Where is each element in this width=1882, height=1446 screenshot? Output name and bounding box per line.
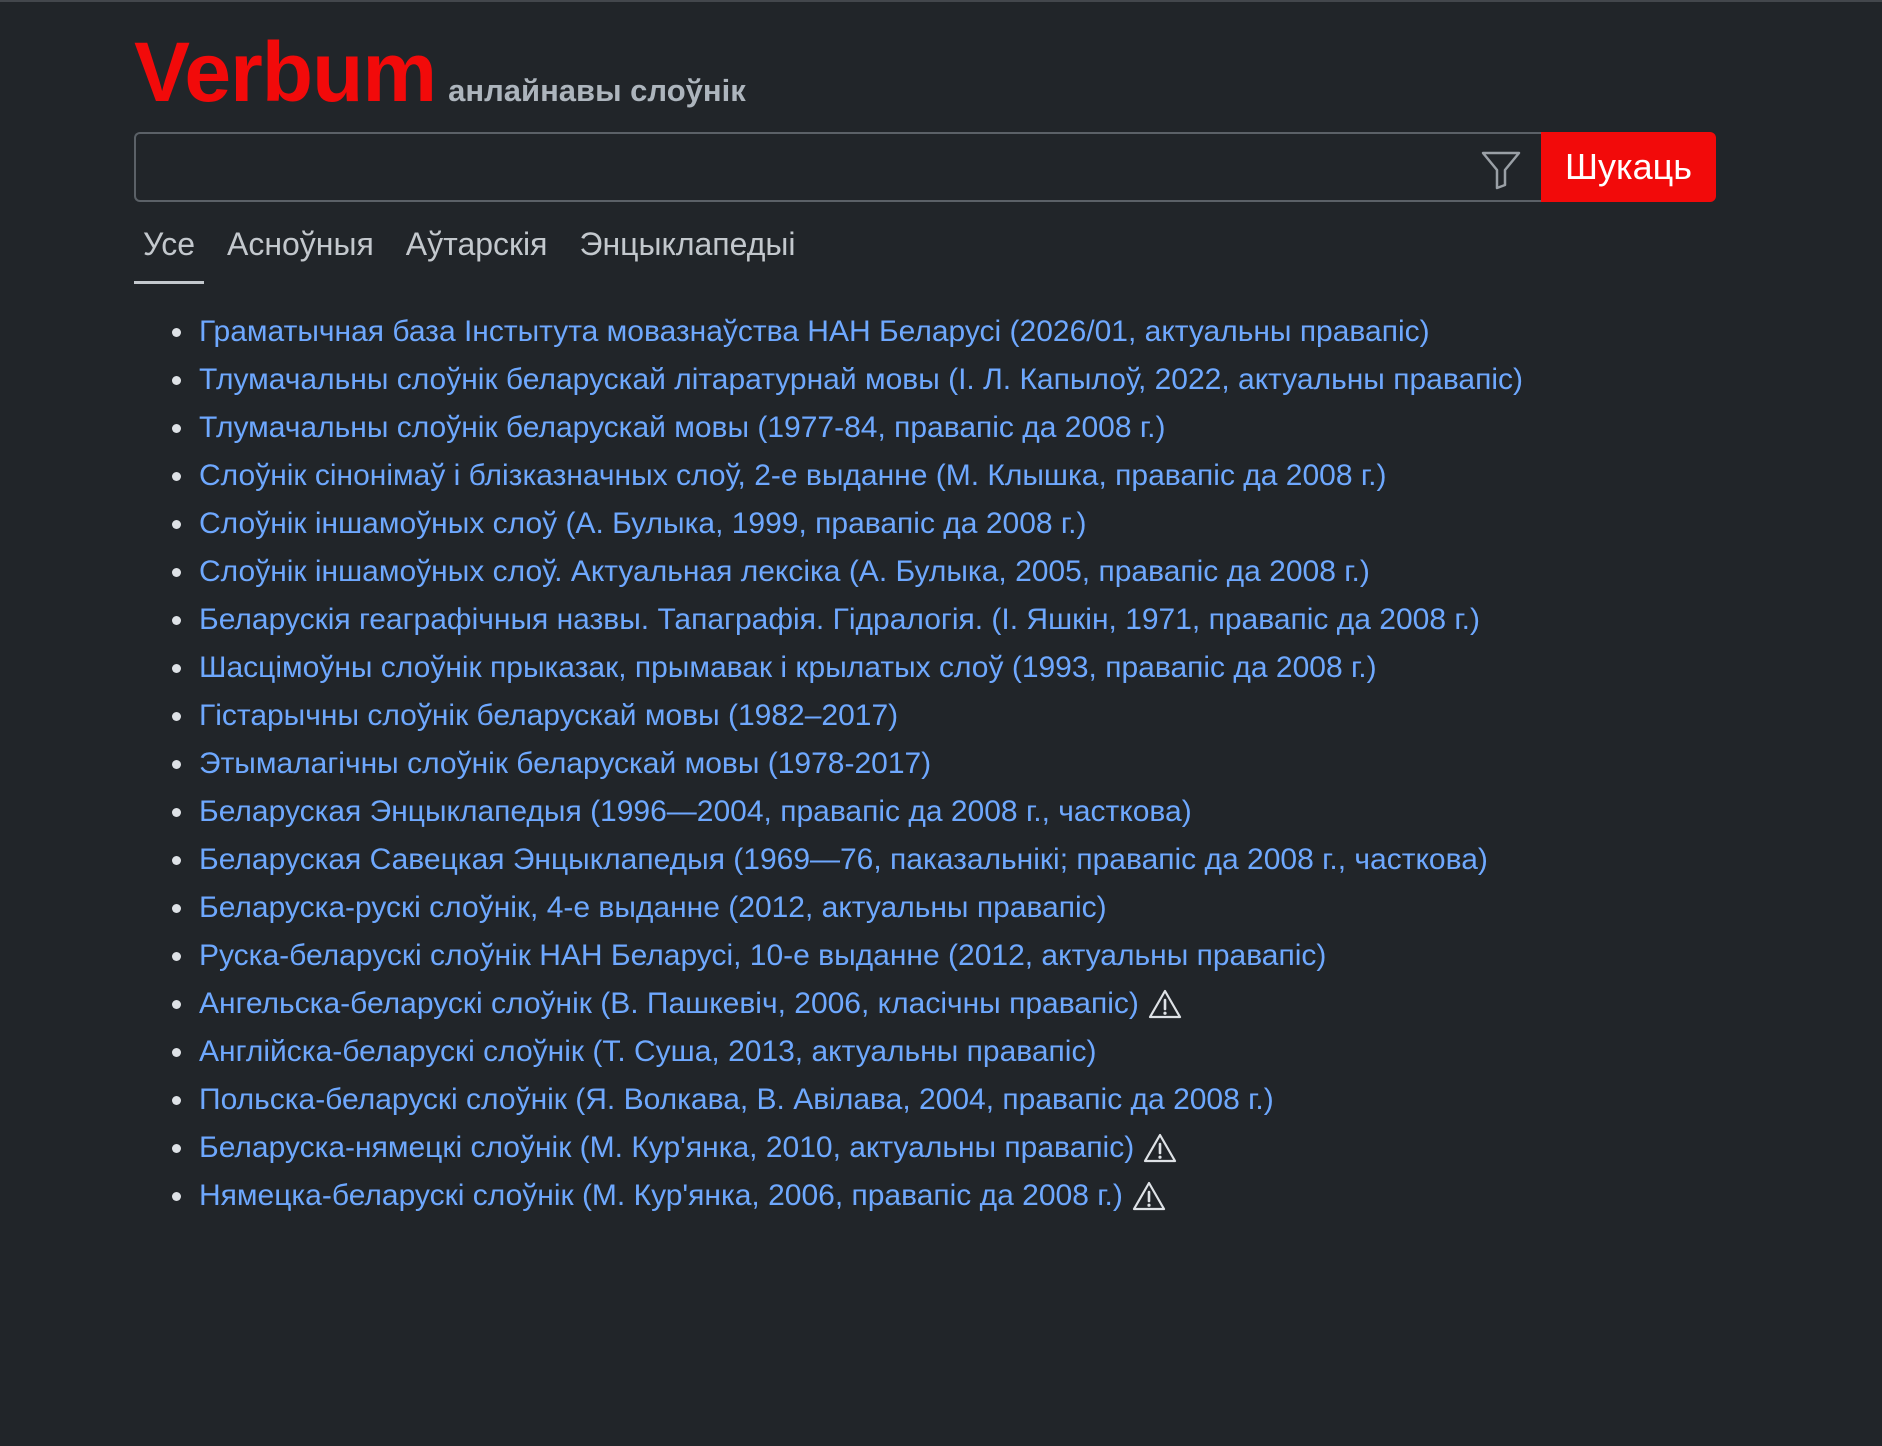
list-item: Беларуская Энцыклапедыя (1996—2004, прав… xyxy=(172,788,1523,836)
list-item: Граматычная база Інстытута мовазнаўства … xyxy=(172,308,1523,356)
list-item: Руска-беларускі слоўнік НАН Беларусі, 10… xyxy=(172,932,1523,980)
dictionary-link[interactable]: Беларускія геаграфічныя назвы. Тапаграфі… xyxy=(199,600,1480,640)
bullet-icon xyxy=(172,807,181,817)
bullet-icon xyxy=(172,423,181,433)
bullet-icon xyxy=(172,855,181,865)
dictionary-link[interactable]: Слоўнік іншамоўных слоў (А. Булыка, 1999… xyxy=(199,504,1087,544)
bullet-icon xyxy=(172,615,181,625)
search-button[interactable]: Шукаць xyxy=(1541,132,1716,202)
list-item: Беларускія геаграфічныя назвы. Тапаграфі… xyxy=(172,596,1523,644)
list-item: Слоўнік сінонімаў і блізказначных слоў, … xyxy=(172,452,1523,500)
search-input[interactable] xyxy=(136,134,1541,200)
dictionary-list: Граматычная база Інстытута мовазнаўства … xyxy=(172,308,1523,1220)
dictionary-link[interactable]: Беларуска-нямецкі слоўнік (М. Кур'янка, … xyxy=(199,1128,1134,1168)
bullet-icon xyxy=(172,519,181,529)
bullet-icon xyxy=(172,1143,181,1153)
tab-author[interactable]: Аўтарскія xyxy=(397,220,557,284)
bullet-icon xyxy=(172,1095,181,1105)
dictionary-link[interactable]: Нямецка-беларускі слоўнік (М. Кур'янка, … xyxy=(199,1176,1123,1216)
bullet-icon xyxy=(172,327,181,337)
list-item: Беларуска-рускі слоўнік, 4-е выданне (20… xyxy=(172,884,1523,932)
dictionary-link[interactable]: Слоўнік іншамоўных слоў. Актуальная лекс… xyxy=(199,552,1370,592)
bullet-icon xyxy=(172,711,181,721)
list-item: Польска-беларускі слоўнік (Я. Волкава, В… xyxy=(172,1076,1523,1124)
dictionary-link[interactable]: Шасцімоўны слоўнік прыказак, прымавак і … xyxy=(199,648,1377,688)
list-item: Нямецка-беларускі слоўнік (М. Кур'янка, … xyxy=(172,1172,1523,1220)
list-item: Слоўнік іншамоўных слоў. Актуальная лекс… xyxy=(172,548,1523,596)
list-item: Тлумачальны слоўнік беларускай мовы (197… xyxy=(172,404,1523,452)
source-tabs: Усе Асноўныя Аўтарскія Энцыклапедыі xyxy=(134,220,819,284)
dictionary-link[interactable]: Англійска-беларускі слоўнік (Т. Суша, 20… xyxy=(199,1032,1096,1072)
dictionary-link[interactable]: Этымалагічны слоўнік беларускай мовы (19… xyxy=(199,744,931,784)
tab-all[interactable]: Усе xyxy=(134,220,204,284)
list-item: Беларуска-нямецкі слоўнік (М. Кур'янка, … xyxy=(172,1124,1523,1172)
list-item: Англійска-беларускі слоўнік (Т. Суша, 20… xyxy=(172,1028,1523,1076)
dictionary-link[interactable]: Граматычная база Інстытута мовазнаўства … xyxy=(199,312,1430,352)
bullet-icon xyxy=(172,663,181,673)
bullet-icon xyxy=(172,1047,181,1057)
dictionary-link[interactable]: Беларуска-рускі слоўнік, 4-е выданне (20… xyxy=(199,888,1107,928)
bullet-icon xyxy=(172,759,181,769)
list-item: Слоўнік іншамоўных слоў (А. Булыка, 1999… xyxy=(172,500,1523,548)
list-item: Ангельска-беларускі слоўнік (В. Пашкевіч… xyxy=(172,980,1523,1028)
filter-icon[interactable] xyxy=(1479,147,1523,191)
tab-main[interactable]: Асноўныя xyxy=(218,220,383,284)
list-item: Тлумачальны слоўнік беларускай літаратур… xyxy=(172,356,1523,404)
site-tagline: анлайнавы слоўнік xyxy=(448,73,746,108)
bullet-icon xyxy=(172,567,181,577)
bullet-icon xyxy=(172,1191,181,1201)
bullet-icon xyxy=(172,903,181,913)
bullet-icon xyxy=(172,951,181,961)
dictionary-link[interactable]: Польска-беларускі слоўнік (Я. Волкава, В… xyxy=(199,1080,1274,1120)
dictionary-link[interactable]: Тлумачальны слоўнік беларускай літаратур… xyxy=(199,360,1523,400)
search-bar: Шукаць xyxy=(134,132,1716,204)
warning-icon xyxy=(1131,1180,1167,1212)
tab-encyclopedias[interactable]: Энцыклапедыі xyxy=(570,220,804,284)
site-logo[interactable]: Verbum xyxy=(134,30,437,114)
list-item: Гістарычны слоўнік беларускай мовы (1982… xyxy=(172,692,1523,740)
search-box xyxy=(134,132,1541,202)
list-item: Шасцімоўны слоўнік прыказак, прымавак і … xyxy=(172,644,1523,692)
dictionary-link[interactable]: Ангельска-беларускі слоўнік (В. Пашкевіч… xyxy=(199,984,1139,1024)
warning-icon xyxy=(1142,1132,1178,1164)
dictionary-link[interactable]: Беларуская Энцыклапедыя (1996—2004, прав… xyxy=(199,792,1192,832)
dictionary-link[interactable]: Слоўнік сінонімаў і блізказначных слоў, … xyxy=(199,456,1387,496)
bullet-icon xyxy=(172,375,181,385)
warning-icon xyxy=(1147,988,1183,1020)
dictionary-link[interactable]: Тлумачальны слоўнік беларускай мовы (197… xyxy=(199,408,1165,448)
bullet-icon xyxy=(172,471,181,481)
dictionary-link[interactable]: Беларуская Савецкая Энцыклапедыя (1969—7… xyxy=(199,840,1488,880)
dictionary-link[interactable]: Гістарычны слоўнік беларускай мовы (1982… xyxy=(199,696,898,736)
dictionary-link[interactable]: Руска-беларускі слоўнік НАН Беларусі, 10… xyxy=(199,936,1326,976)
list-item: Беларуская Савецкая Энцыклапедыя (1969—7… xyxy=(172,836,1523,884)
list-item: Этымалагічны слоўнік беларускай мовы (19… xyxy=(172,740,1523,788)
site-header: Verbum анлайнавы слоўнік xyxy=(134,30,746,114)
bullet-icon xyxy=(172,999,181,1009)
